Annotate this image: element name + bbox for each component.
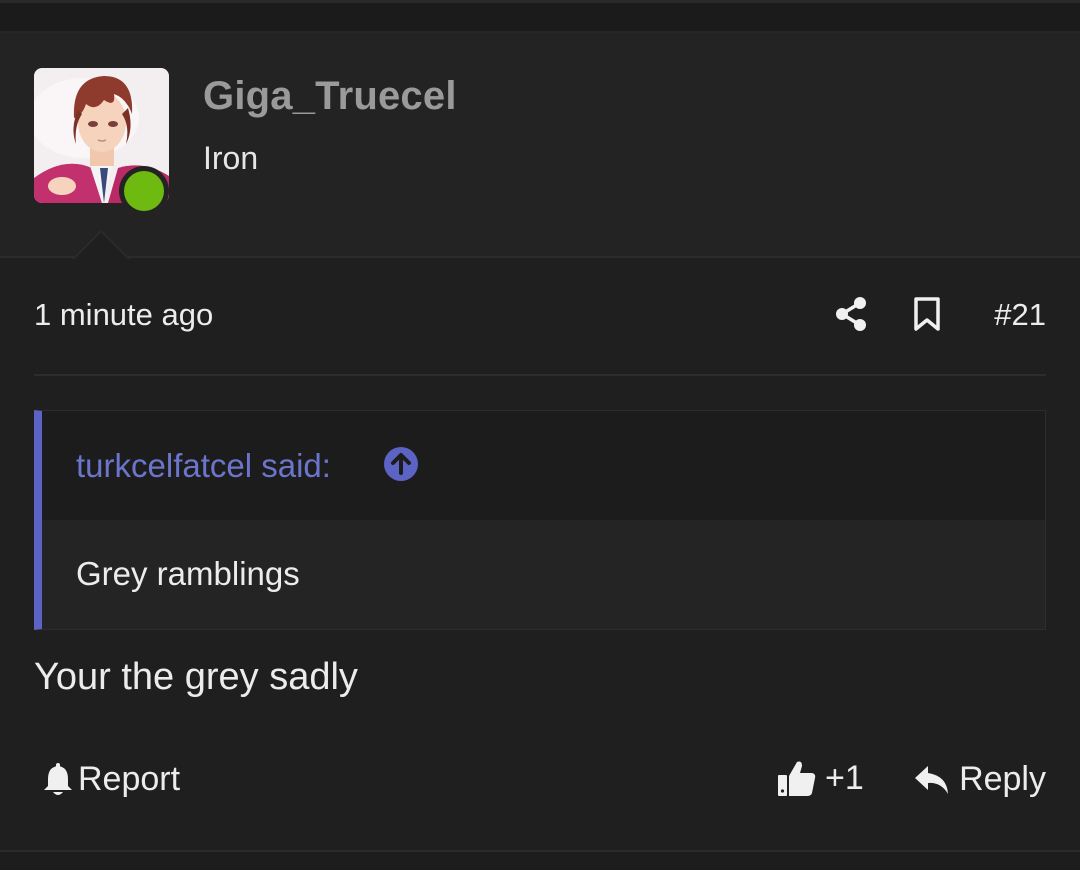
previous-post-edge xyxy=(0,0,1080,33)
next-post-edge xyxy=(0,850,1080,870)
post-meta-row: 1 minute ago #21 xyxy=(34,258,1046,376)
post-number-link[interactable]: #21 xyxy=(994,297,1046,333)
share-icon[interactable] xyxy=(833,296,869,332)
post-timestamp[interactable]: 1 minute ago xyxy=(34,297,213,333)
report-label: Report xyxy=(78,760,181,798)
post-page: Giga_Truecel Iron 1 minute ago #21 turkc… xyxy=(0,0,1080,870)
bell-icon xyxy=(44,762,72,795)
quote-content: Grey ramblings xyxy=(42,520,1045,629)
thumbs-up-icon xyxy=(778,761,816,796)
header-pointer-caret xyxy=(71,231,131,261)
jump-to-quote-icon[interactable] xyxy=(383,446,419,482)
reply-arrow-icon xyxy=(915,765,949,794)
reply-button[interactable]: Reply xyxy=(913,760,1046,799)
reply-label: Reply xyxy=(959,760,1046,798)
online-status-indicator xyxy=(119,166,169,216)
report-button[interactable]: Report xyxy=(42,760,180,799)
quote-block: turkcelfatcel said: Grey ramblings xyxy=(34,410,1046,630)
quote-header: turkcelfatcel said: xyxy=(42,411,1045,520)
quote-author-link[interactable]: turkcelfatcel said: xyxy=(76,447,331,485)
user-rank-title: Iron xyxy=(203,140,259,176)
quote-text: Grey ramblings xyxy=(76,555,300,592)
post-actions-bar: Report +1 Reply xyxy=(34,752,1046,812)
bookmark-icon[interactable] xyxy=(911,296,943,332)
username[interactable]: Giga_Truecel xyxy=(203,74,457,119)
like-count: +1 xyxy=(825,758,864,797)
post-message: Your the grey sadly xyxy=(34,656,358,698)
post-user-header: Giga_Truecel Iron xyxy=(0,33,1080,261)
like-button[interactable]: +1 xyxy=(777,758,864,798)
